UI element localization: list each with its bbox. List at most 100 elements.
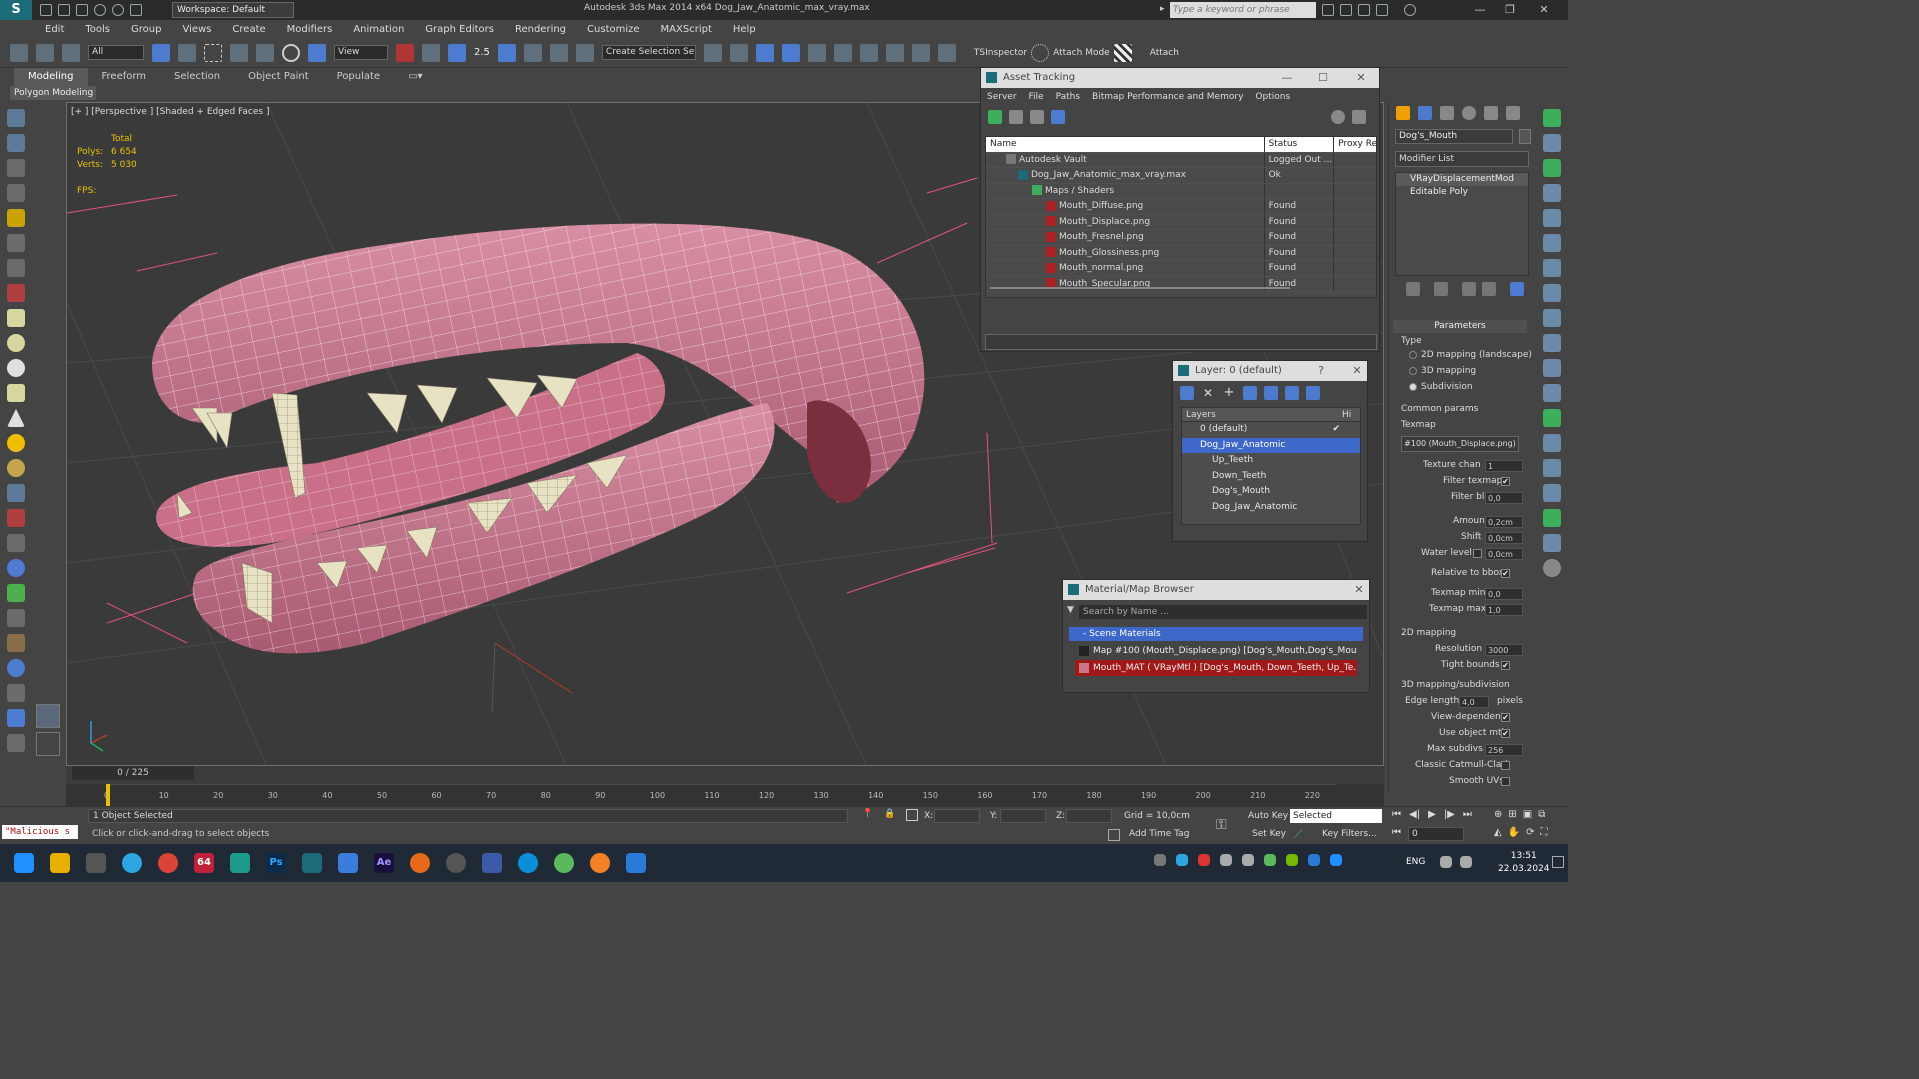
zoom-all-icon[interactable]: ⊞	[1508, 809, 1516, 820]
list-item[interactable]: 0 (default) ✔	[1182, 422, 1360, 438]
column-status[interactable]: Status	[1265, 137, 1335, 152]
app-g-icon[interactable]	[410, 853, 430, 873]
x-coordinate-field[interactable]	[934, 809, 980, 823]
key-mode-toggle-icon[interactable]: ⏮	[1392, 827, 1401, 838]
menu-group[interactable]: Group	[131, 24, 161, 35]
chrome-icon[interactable]	[158, 853, 178, 873]
menu-file[interactable]: File	[1029, 92, 1044, 102]
absolute-mode-icon[interactable]	[906, 809, 918, 821]
tray-red-icon[interactable]	[1198, 854, 1210, 866]
modify-tab-icon[interactable]	[1418, 106, 1432, 120]
maximize-button[interactable]: ❐	[1500, 2, 1520, 18]
3dsmax-icon[interactable]	[302, 853, 322, 873]
vray-sun-icon[interactable]	[1543, 159, 1561, 177]
menu-rendering[interactable]: Rendering	[515, 24, 566, 35]
globe-icon[interactable]	[7, 559, 25, 577]
vray-material-icon[interactable]	[1543, 359, 1561, 377]
resolution-field[interactable]: 3000	[1485, 644, 1523, 656]
go-to-end-icon[interactable]: ⏭	[1463, 809, 1472, 820]
play-icon[interactable]: ▶	[1428, 809, 1436, 820]
project-folder-icon[interactable]	[130, 4, 142, 16]
create-layer-icon[interactable]	[1180, 386, 1194, 400]
exchange-icon[interactable]	[1358, 4, 1370, 16]
key-filters-button[interactable]: Key Filters...	[1322, 829, 1377, 839]
tray-telegram-icon[interactable]	[1176, 854, 1188, 866]
mirror-icon[interactable]	[703, 43, 722, 62]
fov-icon[interactable]: ◭	[1494, 827, 1502, 838]
file-explorer-icon[interactable]	[50, 853, 70, 873]
attach-button[interactable]: Attach	[1150, 48, 1179, 58]
texture-chan-field[interactable]: 1	[1485, 460, 1523, 472]
list-item[interactable]: Down_Teeth	[1182, 469, 1360, 485]
camera-app-icon[interactable]	[626, 853, 646, 873]
menu-create[interactable]: Create	[232, 24, 265, 35]
zoom-extents-icon[interactable]: ▣	[1523, 809, 1532, 820]
add-time-tag-button[interactable]: Add Time Tag	[1129, 829, 1189, 839]
layers-column[interactable]: Layers	[1182, 410, 1342, 420]
tight-bounds-checkbox[interactable]: ✔	[1501, 661, 1510, 670]
star-icon[interactable]	[1376, 4, 1388, 16]
edge-length-field[interactable]: 4,0	[1459, 696, 1489, 708]
minimize-button[interactable]: —	[1277, 68, 1297, 88]
menu-help[interactable]: Help	[733, 24, 756, 35]
menu-options[interactable]: Options	[1255, 92, 1290, 102]
modifier-list-dropdown[interactable]: Modifier List	[1395, 151, 1529, 167]
window-crossing-icon[interactable]	[230, 43, 248, 62]
lock-icon[interactable]: 🔒	[884, 809, 895, 819]
tab-selection[interactable]: Selection	[160, 68, 234, 86]
search-input[interactable]: Type a keyword or phrase	[1170, 2, 1316, 18]
vray-plane-icon[interactable]	[1543, 234, 1561, 252]
zoom-extents-all-icon[interactable]: ⧉	[1538, 809, 1545, 820]
world-icon[interactable]	[7, 659, 25, 677]
help-icon[interactable]	[1404, 4, 1416, 16]
menu-bitmap-performance[interactable]: Bitmap Performance and Memory	[1092, 92, 1243, 102]
attach-mode-button[interactable]: Attach Mode	[1053, 48, 1110, 58]
tray-nvidia-icon[interactable]	[1286, 854, 1298, 866]
add-to-layer-icon[interactable]: +	[1222, 386, 1236, 400]
help-button[interactable]: ?	[1311, 361, 1331, 381]
tab-object-paint[interactable]: Object Paint	[234, 68, 323, 86]
unlink-icon[interactable]	[36, 43, 54, 62]
current-frame-field[interactable]: 0	[1408, 827, 1464, 841]
previous-frame-icon[interactable]: ◀|	[1409, 809, 1420, 820]
select-highlighted-icon[interactable]	[1243, 386, 1257, 400]
close-button[interactable]: ✕	[1534, 2, 1554, 18]
y-coordinate-field[interactable]	[1000, 809, 1046, 823]
use-object-mtl-checkbox[interactable]: ✔	[1501, 729, 1510, 738]
open-file-icon[interactable]	[58, 4, 70, 16]
texmap-min-field[interactable]: 0,0	[1485, 588, 1523, 600]
render-setup-icon[interactable]	[885, 43, 904, 62]
parameters-rollout[interactable]: Parameters	[1393, 320, 1527, 333]
motion-tab-icon[interactable]	[1462, 106, 1476, 120]
vray-fur-icon[interactable]	[1543, 209, 1561, 227]
selection-filter-dropdown[interactable]: All	[88, 45, 144, 60]
delete-layer-icon[interactable]: ✕	[1201, 386, 1215, 400]
freeze-all-icon[interactable]	[1306, 386, 1320, 400]
max-subdivs-field[interactable]: 256	[1485, 744, 1523, 756]
maxscript-listener[interactable]: "Malicious s	[2, 825, 78, 839]
graphite-toolbar-icon[interactable]	[781, 43, 800, 62]
app-logo-icon[interactable]: S	[0, 0, 32, 20]
help-icon[interactable]	[1331, 110, 1345, 124]
hair-icon[interactable]	[7, 609, 25, 627]
keyboard-shortcut-icon[interactable]	[448, 43, 466, 62]
app-orange-icon[interactable]	[590, 853, 610, 873]
menu-customize[interactable]: Customize	[587, 24, 640, 35]
refresh-icon[interactable]	[988, 110, 1002, 124]
particles-icon[interactable]	[7, 484, 25, 502]
menu-views[interactable]: Views	[182, 24, 211, 35]
table-row[interactable]: Mouth_Fresnel.png Found	[986, 230, 1376, 246]
vray-mesh-clip-icon[interactable]	[1543, 284, 1561, 302]
remove-modifier-icon[interactable]	[1482, 282, 1496, 296]
water-level-field[interactable]: 0,0cm	[1485, 548, 1523, 560]
menu-server[interactable]: Server	[987, 92, 1017, 102]
after-effects-icon[interactable]: Ae	[374, 853, 394, 873]
track-bar[interactable]: 0102030405060708090100110120130140150160…	[66, 784, 1384, 806]
pan-icon[interactable]: ✋	[1508, 827, 1520, 838]
hide-column[interactable]: Hi	[1342, 410, 1351, 420]
dynamics-icon[interactable]	[7, 509, 25, 527]
vray-scene-icon[interactable]	[1543, 434, 1561, 452]
asset-tracking-titlebar[interactable]: Asset Tracking — ☐ ✕	[981, 68, 1379, 88]
menu-paths[interactable]: Paths	[1056, 92, 1080, 102]
teapot-object-icon[interactable]	[7, 384, 25, 402]
